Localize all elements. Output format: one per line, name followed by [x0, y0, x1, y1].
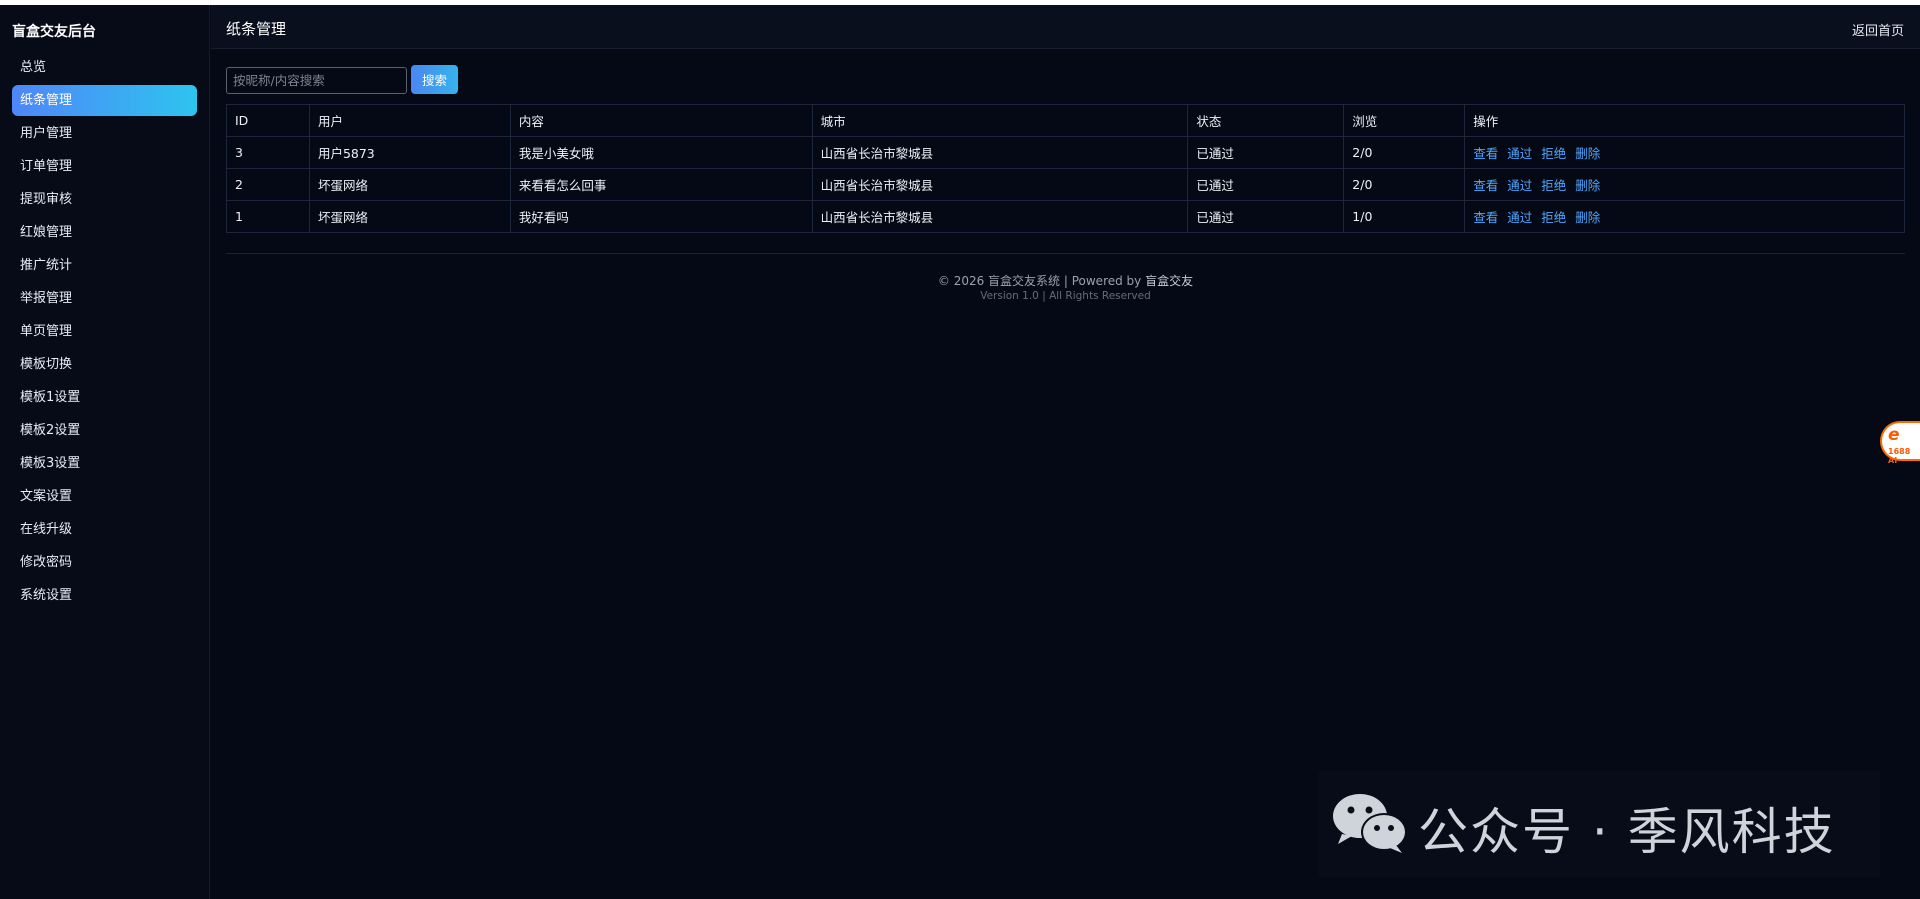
column-header-actions: 操作 — [1464, 104, 1905, 137]
sidebar-item-template-switch[interactable]: 模板切换 — [12, 349, 197, 380]
sidebar-item-system[interactable]: 系统设置 — [12, 580, 197, 611]
ai-badge-text: 1688 AI — [1888, 447, 1911, 465]
header: 纸条管理 返回首页 — [211, 5, 1920, 49]
delete-link[interactable]: 删除 — [1575, 178, 1600, 193]
cell-city: 山西省长治市黎城县 — [811, 168, 1189, 201]
column-header-id: ID — [226, 104, 310, 137]
sidebar-item-copywriting[interactable]: 文案设置 — [12, 481, 197, 512]
table-row: 3 用户5873 我是小美女哦 山西省长治市黎城县 已通过 2/0 查看 通过 拒绝… — [226, 136, 1905, 169]
sidebar-item-template2[interactable]: 模板2设置 — [12, 415, 197, 446]
sidebar-nav: 总览 纸条管理 用户管理 订单管理 提现审核 红娘管理 推广统计 举报管理 单页… — [12, 52, 197, 613]
view-link[interactable]: 查看 — [1473, 146, 1498, 161]
search-input[interactable] — [226, 67, 407, 94]
approve-link[interactable]: 通过 — [1507, 210, 1532, 225]
footer-version: Version 1.0 | All Rights Reserved — [980, 290, 1151, 302]
cell-views: 1/0 — [1343, 200, 1466, 233]
column-header-content: 内容 — [509, 104, 813, 137]
cell-city: 山西省长治市黎城县 — [811, 200, 1189, 233]
cell-status: 已通过 — [1187, 168, 1345, 201]
cell-views: 2/0 — [1343, 168, 1466, 201]
sidebar-item-promotion[interactable]: 推广统计 — [12, 250, 197, 281]
column-header-status: 状态 — [1187, 104, 1345, 137]
view-link[interactable]: 查看 — [1473, 210, 1498, 225]
main-content: 纸条管理 返回首页 搜索 ID 用户 内容 城市 状态 浏览 操作 3 用户58… — [211, 5, 1920, 899]
column-header-views: 浏览 — [1343, 104, 1466, 137]
reject-link[interactable]: 拒绝 — [1541, 146, 1566, 161]
sidebar-item-users[interactable]: 用户管理 — [12, 118, 197, 149]
cell-content: 来看看怎么回事 — [509, 168, 813, 201]
reject-link[interactable]: 拒绝 — [1541, 210, 1566, 225]
delete-link[interactable]: 删除 — [1575, 210, 1600, 225]
cell-user: 坏蛋网络 — [308, 200, 511, 233]
sidebar-item-template3[interactable]: 模板3设置 — [12, 448, 197, 479]
cell-actions: 查看 通过 拒绝 删除 — [1464, 168, 1905, 201]
watermark-text: 公众号 · 季风科技 — [1418, 803, 1836, 861]
cell-id: 2 — [226, 168, 310, 201]
sidebar-item-reports[interactable]: 举报管理 — [12, 283, 197, 314]
footer-divider — [226, 253, 1905, 254]
cell-actions: 查看 通过 拒绝 删除 — [1464, 136, 1905, 169]
sidebar-item-pages[interactable]: 单页管理 — [12, 316, 197, 347]
sidebar-item-template1[interactable]: 模板1设置 — [12, 382, 197, 413]
sidebar-item-notes[interactable]: 纸条管理 — [12, 85, 197, 116]
ai-assistant-badge[interactable]: e 1688 AI — [1880, 421, 1920, 465]
sidebar-item-orders[interactable]: 订单管理 — [12, 151, 197, 182]
table-row: 1 坏蛋网络 我好看吗 山西省长治市黎城县 已通过 1/0 查看 通过 拒绝 删除 — [226, 200, 1905, 233]
notes-table: ID 用户 内容 城市 状态 浏览 操作 3 用户5873 我是小美女哦 山西省… — [226, 104, 1905, 233]
cell-status: 已通过 — [1187, 136, 1345, 169]
copyright-text: © 2026 盲盒交友系统 | Powered by — [937, 274, 1142, 288]
approve-link[interactable]: 通过 — [1507, 146, 1532, 161]
cell-user: 坏蛋网络 — [308, 168, 511, 201]
brand-title: 盲盒交友后台 — [12, 24, 96, 40]
cell-city: 山西省长治市黎城县 — [811, 136, 1189, 169]
cell-id: 3 — [226, 136, 310, 169]
cell-views: 2/0 — [1343, 136, 1466, 169]
page-title: 纸条管理 — [226, 20, 287, 38]
cell-status: 已通过 — [1187, 200, 1345, 233]
sidebar: 盲盒交友后台 总览 纸条管理 用户管理 订单管理 提现审核 红娘管理 推广统计 … — [0, 5, 210, 899]
sidebar-item-withdrawals[interactable]: 提现审核 — [12, 184, 197, 215]
sidebar-item-password[interactable]: 修改密码 — [12, 547, 197, 578]
footer-copyright: © 2026 盲盒交友系统 | Powered by 盲盒交友 — [211, 272, 1920, 289]
cell-content: 我是小美女哦 — [509, 136, 813, 169]
delete-link[interactable]: 删除 — [1575, 146, 1600, 161]
watermark: 公众号 · 季风科技 — [1318, 770, 1880, 878]
reject-link[interactable]: 拒绝 — [1541, 178, 1566, 193]
sidebar-item-matchmakers[interactable]: 红娘管理 — [12, 217, 197, 248]
column-header-user: 用户 — [308, 104, 511, 137]
home-link[interactable]: 返回首页 — [1852, 20, 1904, 39]
wechat-icon — [1333, 794, 1407, 853]
column-header-city: 城市 — [811, 104, 1189, 137]
cell-actions: 查看 通过 拒绝 删除 — [1464, 200, 1905, 233]
table-header-row: ID 用户 内容 城市 状态 浏览 操作 — [226, 104, 1905, 137]
powered-by-link[interactable]: 盲盒交友 — [1145, 274, 1193, 288]
search-button[interactable]: 搜索 — [411, 65, 458, 94]
sidebar-item-upgrade[interactable]: 在线升级 — [12, 514, 197, 545]
approve-link[interactable]: 通过 — [1507, 178, 1532, 193]
table-row: 2 坏蛋网络 来看看怎么回事 山西省长治市黎城县 已通过 2/0 查看 通过 拒绝删… — [226, 168, 1905, 201]
cell-user: 用户5873 — [308, 136, 511, 169]
cell-id: 1 — [226, 200, 310, 233]
cell-content: 我好看吗 — [509, 200, 813, 233]
sidebar-item-overview[interactable]: 总览 — [12, 52, 197, 83]
alibaba-logo-icon: e — [1888, 425, 1900, 445]
view-link[interactable]: 查看 — [1473, 178, 1498, 193]
